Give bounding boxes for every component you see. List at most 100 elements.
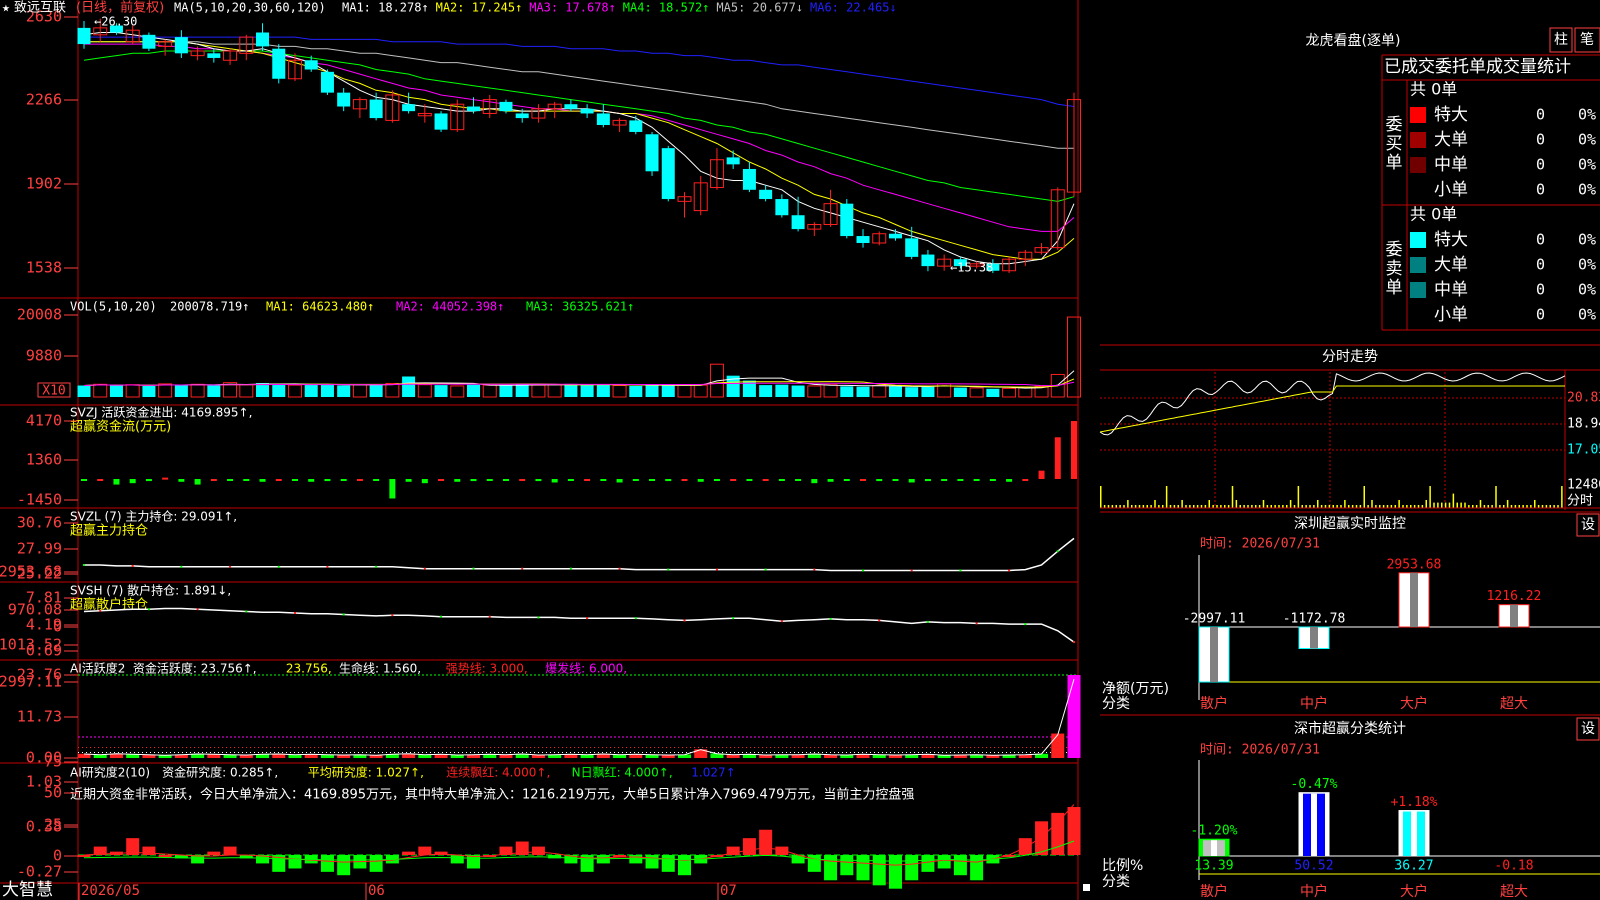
volume-bar-down xyxy=(775,384,789,397)
candle-body-down xyxy=(759,189,773,200)
fund-outflow-bar xyxy=(389,479,396,499)
retail-holding-tick xyxy=(293,611,296,614)
candle-body-down xyxy=(256,32,270,47)
candle-body-down xyxy=(856,236,870,243)
fund-inflow-bar xyxy=(210,479,217,481)
candle-body-down xyxy=(499,101,513,112)
vol-indicator-header: VOL(5,10,20) xyxy=(70,300,157,314)
sell-orders-row-pct: 0% xyxy=(1578,256,1596,274)
price-high-annotation: ←26.30 xyxy=(94,15,137,29)
fund-outflow-bar xyxy=(843,479,850,481)
ma-value-3: MA3: 17.678↑ xyxy=(529,1,616,15)
candle-body-down xyxy=(742,168,756,190)
fund-outflow-bar xyxy=(908,479,915,483)
research-bar xyxy=(402,851,416,855)
research-bar xyxy=(840,855,854,876)
volume-bar-down xyxy=(645,385,659,397)
buy-orders-row-pct: 0% xyxy=(1578,131,1596,149)
sell-orders-row-name: 中单 xyxy=(1434,280,1468,300)
fund-outflow-bar xyxy=(486,479,493,481)
main-force-holding-tick xyxy=(862,569,865,572)
vol-ma1: MA1: 64623.480↑ xyxy=(266,300,374,314)
price-low-annotation: ←15.38 xyxy=(950,261,993,275)
intraday-volume-label: 12486 xyxy=(1567,478,1600,493)
buy-orders-side-label-char: 买 xyxy=(1386,134,1403,154)
candle-body-down xyxy=(888,233,902,239)
fund-inflow-bar xyxy=(681,479,688,481)
retail-holding-tick xyxy=(683,619,686,622)
bar-mode-label: 柱 xyxy=(1554,32,1568,48)
candle-body-down xyxy=(434,113,448,130)
sz-monitor-title: 深圳超赢实时监控 xyxy=(1294,515,1406,532)
volume-bar-down xyxy=(142,385,156,397)
sell-orders-row-name: 大单 xyxy=(1434,255,1468,275)
vol-value: 200078.719↑ xyxy=(170,300,249,314)
buy-orders-row-count: 0 xyxy=(1536,181,1545,199)
candle-body-down xyxy=(272,48,286,79)
intraday-volume-tick xyxy=(1262,500,1265,508)
sz-monitor-axis-subtitle: 分类 xyxy=(1102,696,1130,712)
stock-terminal-canvas: 2630226619021538★ 致远互联 (日线，前复权) MA(5,10,20,… xyxy=(0,0,1600,900)
order-stat-tabs[interactable]: 已成交委托单成交量统计 xyxy=(1384,57,1571,77)
volume-bar-down xyxy=(320,384,334,397)
fund-inflow-bar xyxy=(1071,421,1077,479)
research-bar xyxy=(921,855,935,872)
main-force-holding-tick xyxy=(667,568,670,571)
sz-monitor-bar-label: -2997.11 xyxy=(1183,612,1246,627)
buy-orders-row-count: 0 xyxy=(1536,106,1545,124)
svzj-y-tick-label: 4170 xyxy=(26,412,62,430)
buy-orders-side-label-char: 委 xyxy=(1386,115,1403,135)
sz-monitor-bar-shade xyxy=(1310,627,1318,649)
sz-stats-time: 时间: 2026/07/31 xyxy=(1200,743,1320,758)
sz-monitor-bar-shade xyxy=(1410,572,1418,627)
candle-body-down xyxy=(775,199,789,216)
stock-name: 致远互联 xyxy=(14,1,66,16)
sz-monitor-y-tick-label: 0 xyxy=(53,618,62,636)
fund-outflow-bar xyxy=(795,479,802,481)
volume-bar-down xyxy=(174,385,188,397)
volume-bar-down xyxy=(759,385,773,397)
sz-monitor-bar-label: 2953.68 xyxy=(1387,557,1442,572)
sz-stats-bar-highlight xyxy=(1311,793,1317,856)
fund-inflow-bar xyxy=(730,479,737,481)
main-force-holding-tick xyxy=(277,565,280,568)
retail-holding-tick xyxy=(196,608,199,611)
vol-unit-label: X10 xyxy=(42,384,65,399)
sz-stats-change-label: -1.20% xyxy=(1191,824,1238,839)
research-bar xyxy=(158,855,172,857)
app-brand-label: 大智慧 xyxy=(2,880,53,900)
sz-stats-change-label: -0.47% xyxy=(1291,777,1338,792)
intraday-unit-label: 分时 xyxy=(1567,494,1593,509)
svsh-indicator-header: SVSH (7) 散户持仓: 1.891↓, xyxy=(70,583,231,598)
favorite-star-icon[interactable]: ★ xyxy=(2,1,10,16)
candle-body-down xyxy=(564,104,578,109)
intraday-volume-tick xyxy=(1181,500,1183,508)
time-axis-label: 2026/05 xyxy=(81,883,140,899)
retail-holding-tick xyxy=(391,614,394,617)
fund-outflow-bar xyxy=(697,479,704,482)
sz-stats-value-label: 13.39 xyxy=(1194,859,1233,874)
fund-outflow-bar xyxy=(324,479,331,482)
volume-bar-down xyxy=(840,386,854,397)
intraday-volume-tick xyxy=(1429,486,1431,508)
sell-orders-row-swatch xyxy=(1410,232,1426,248)
volume-bar-down xyxy=(207,385,221,397)
volume-bar-down xyxy=(856,386,870,397)
main-force-holding-tick xyxy=(569,567,572,570)
volume-bar-down xyxy=(580,384,594,397)
research-bar xyxy=(337,855,351,876)
retail-holding-tick xyxy=(878,619,881,622)
retail-holding-tick xyxy=(732,617,735,620)
candle-body-down xyxy=(304,60,318,70)
fund-inflow-bar xyxy=(1022,479,1029,481)
volume-bar-down xyxy=(661,385,675,397)
fund-outflow-bar xyxy=(405,479,412,482)
research-bar xyxy=(77,855,91,857)
lock-icon[interactable] xyxy=(1083,884,1090,891)
research-bar xyxy=(759,829,773,855)
sz-stats-change-label: +1.18% xyxy=(1391,795,1438,810)
intraday-volume-tick xyxy=(1363,486,1365,508)
buy-orders-row-count: 0 xyxy=(1536,131,1545,149)
activity-header-part: AI活跃度2 xyxy=(70,661,125,676)
intraday-volume-tick xyxy=(1297,486,1300,508)
